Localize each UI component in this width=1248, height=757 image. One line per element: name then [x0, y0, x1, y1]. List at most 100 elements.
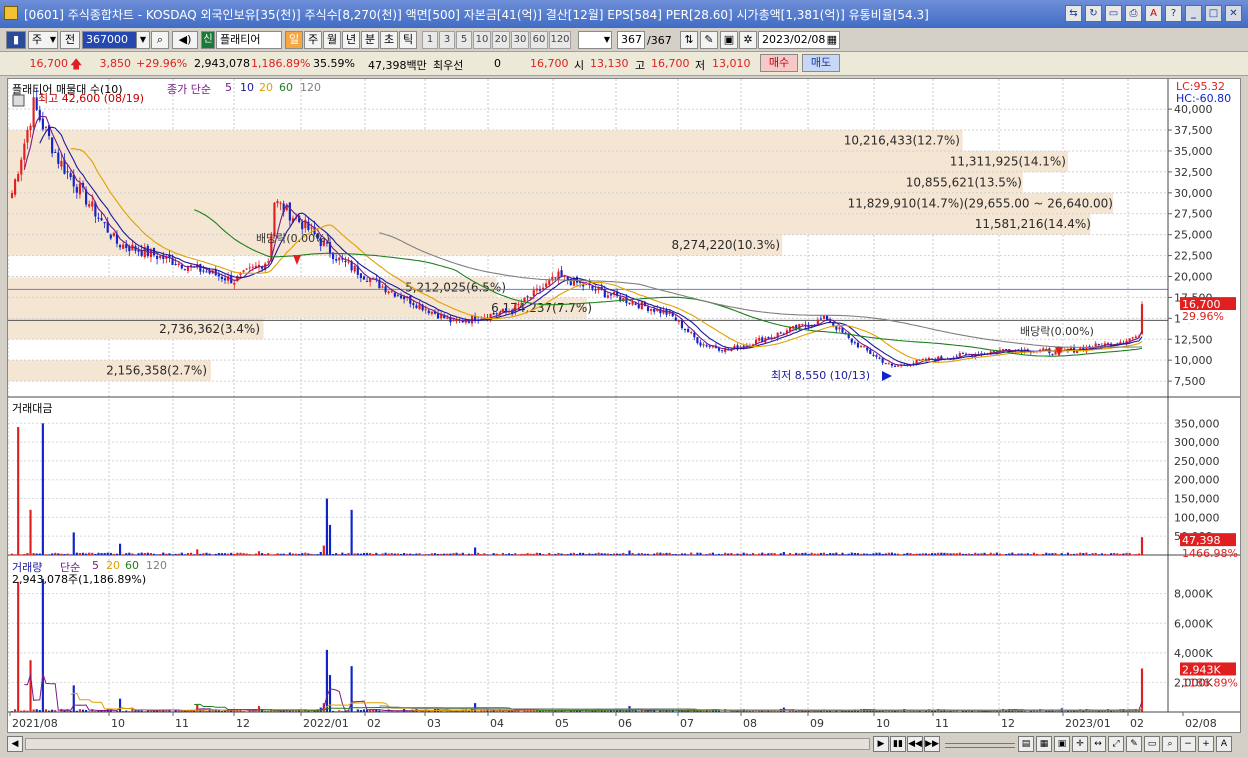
x-tick-label: 10 — [111, 717, 125, 730]
zoom-icon[interactable]: ⌕ — [1162, 736, 1178, 752]
amount-bar — [844, 554, 847, 556]
fast-forward-icon[interactable]: ▶▶ — [924, 736, 940, 752]
crosshair-icon[interactable]: ✛ — [1072, 736, 1088, 752]
candle-body — [514, 304, 517, 312]
volume-profile-label: 2,736,362(3.4%) — [159, 322, 260, 336]
volume-bar — [674, 711, 677, 713]
chart-svg[interactable]: 40,000 37,500 35,000 32,500 30,000 27,500 25,0… — [8, 79, 1240, 732]
settings-icon[interactable]: ✲ — [739, 31, 757, 49]
amount-bar — [1001, 554, 1005, 556]
amount-bar — [767, 553, 770, 555]
candle-body — [863, 346, 866, 348]
period-button-1[interactable]: 주 — [304, 31, 322, 49]
amount-bar — [504, 554, 508, 555]
layout-icon[interactable]: ▦ — [1036, 736, 1052, 752]
chart-area[interactable]: 40,000 37,500 35,000 32,500 30,000 27,500 25,0… — [7, 78, 1241, 733]
amount-bar — [60, 553, 63, 555]
play-icon[interactable]: ▶ — [873, 736, 889, 752]
zoom-in-icon[interactable]: + — [1198, 736, 1214, 752]
close-button[interactable]: ✕ — [1225, 5, 1242, 22]
volume-bar — [1057, 710, 1060, 712]
market-select[interactable]: 주 ▼ — [28, 31, 58, 49]
horizontal-scrollbar[interactable] — [25, 738, 870, 750]
candle-body — [541, 287, 545, 290]
period-button-4[interactable]: 분 — [361, 31, 379, 49]
minute-button-120[interactable]: 120 — [549, 31, 571, 49]
maximize-button[interactable]: □ — [1205, 5, 1222, 22]
minute-button-60[interactable]: 60 — [530, 31, 548, 49]
amount-bar — [294, 553, 298, 555]
amount-bar — [600, 553, 603, 555]
period-button-5[interactable]: 초 — [380, 31, 398, 49]
amount-bar — [492, 553, 495, 555]
code-dropdown-icon[interactable]: ▼ — [136, 31, 150, 49]
draw-icon[interactable]: ✎ — [700, 31, 718, 49]
minute-button-3[interactable]: 3 — [439, 31, 455, 49]
date-input[interactable]: 2023/02/08 ▦ — [758, 31, 840, 49]
minute-button-30[interactable]: 30 — [511, 31, 529, 49]
window-icon[interactable]: ▭ — [1105, 5, 1122, 22]
chart-type-icon[interactable]: ▮ — [6, 31, 26, 49]
minute-input[interactable]: ▼ — [578, 31, 612, 49]
count-input[interactable]: 367 — [617, 31, 645, 49]
candle-body — [890, 363, 893, 366]
volume-bar — [51, 709, 54, 712]
volume-bar — [637, 711, 640, 713]
amount-bar — [650, 554, 653, 556]
period-button-0[interactable]: 일 — [285, 31, 303, 49]
amount-bar — [495, 553, 498, 555]
amount-bar — [449, 553, 452, 555]
amount-bar — [23, 554, 26, 555]
font-icon[interactable]: A — [1145, 5, 1162, 22]
volume-bar — [776, 710, 779, 712]
folder-icon[interactable]: ▭ — [1144, 736, 1160, 752]
zoom-slider[interactable] — [945, 743, 1015, 748]
amount-bar — [412, 554, 415, 555]
amount-bar — [424, 554, 427, 555]
save-icon[interactable]: ▣ — [720, 31, 738, 49]
expand-icon[interactable]: ⤢ — [1108, 736, 1124, 752]
rewind-icon[interactable]: ◀◀ — [907, 736, 923, 752]
search-icon[interactable]: ⌕ — [151, 31, 169, 49]
print-icon[interactable]: ⎙ — [1125, 5, 1142, 22]
window-split-icon[interactable]: ▣ — [1054, 736, 1070, 752]
refresh-icon[interactable]: ↻ — [1085, 5, 1102, 22]
zoom-out-icon[interactable]: − — [1180, 736, 1196, 752]
amount-bar — [788, 553, 792, 555]
period-button-3[interactable]: 년 — [342, 31, 360, 49]
tools-icon[interactable]: ⇅ — [680, 31, 698, 49]
period-button-2[interactable]: 월 — [323, 31, 341, 49]
stock-name-field[interactable]: 플래티어 — [216, 31, 282, 49]
candle-body — [838, 327, 841, 330]
pause-icon[interactable]: ▮▮ — [890, 736, 906, 752]
x-tick-label: 2022/01 — [303, 717, 349, 730]
prev-button[interactable]: 전 — [60, 31, 80, 49]
amount-bar — [202, 553, 205, 555]
volume-bar — [205, 711, 208, 712]
minimize-button[interactable]: _ — [1185, 5, 1202, 22]
amount-bar — [236, 552, 239, 555]
minute-button-5[interactable]: 5 — [456, 31, 472, 49]
minute-button-1[interactable]: 1 — [422, 31, 438, 49]
amount-bar — [381, 553, 384, 555]
candle-body — [122, 244, 125, 249]
grid-icon[interactable]: ▤ — [1018, 736, 1034, 752]
speaker-icon[interactable]: ◀) — [172, 31, 198, 49]
volume-bar — [958, 711, 961, 713]
amount-bar — [474, 547, 477, 555]
candle-body — [560, 270, 563, 277]
minute-button-10[interactable]: 10 — [473, 31, 491, 49]
minute-button-20[interactable]: 20 — [492, 31, 510, 49]
sell-button[interactable]: 매도 — [802, 54, 840, 72]
link-icon[interactable]: ⇆ — [1065, 5, 1082, 22]
scroll-left-icon[interactable]: ◀ — [7, 736, 23, 752]
dividend-annotation: 배당락(0.00%) — [1020, 325, 1094, 338]
ma-60-label: 60 — [279, 81, 293, 94]
arrows-icon[interactable]: ↔ — [1090, 736, 1106, 752]
ma-10-label: 10 — [240, 81, 254, 94]
period-button-6[interactable]: 틱 — [399, 31, 417, 49]
help-icon[interactable]: ? — [1165, 5, 1182, 22]
pen-icon[interactable]: ✎ — [1126, 736, 1142, 752]
text-icon[interactable]: A — [1216, 736, 1232, 752]
buy-button[interactable]: 매수 — [760, 54, 798, 72]
